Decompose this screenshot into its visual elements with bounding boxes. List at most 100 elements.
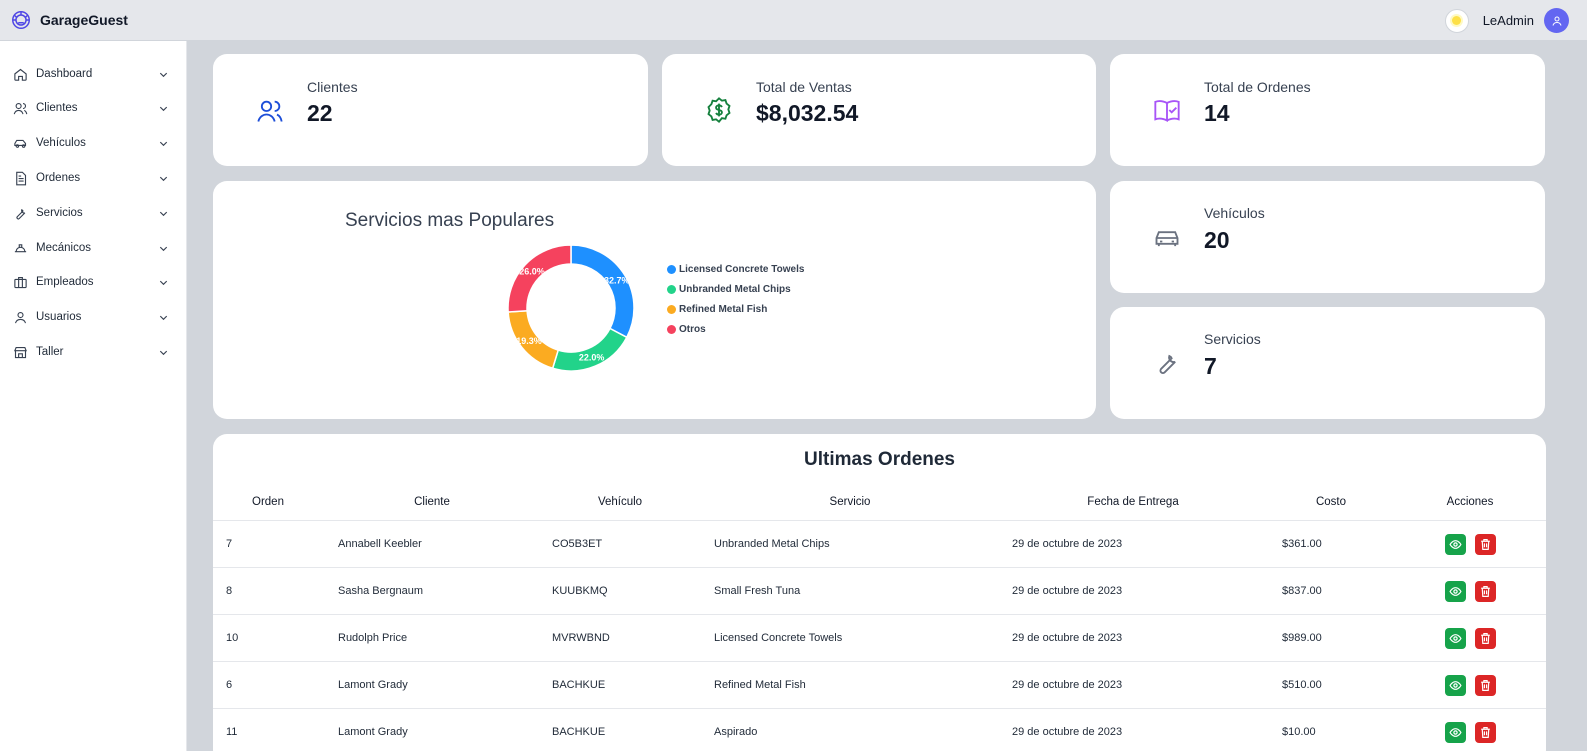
stat-label: Servicios xyxy=(1204,331,1261,347)
sidebar-item-empleados[interactable]: Empleados xyxy=(0,268,187,296)
sidebar-item-dashboard[interactable]: Dashboard xyxy=(0,60,187,88)
stat-value: 22 xyxy=(307,100,333,126)
cell-costo: $989.00 xyxy=(1282,632,1322,644)
sidebar-item-vehiculos[interactable]: Vehículos xyxy=(0,129,187,157)
sidebar-item-ordenes[interactable]: Ordenes xyxy=(0,164,187,192)
legend-label: Licensed Concrete Towels xyxy=(679,264,805,275)
sidebar-item-usuarios[interactable]: Usuarios xyxy=(0,303,187,331)
trash-icon xyxy=(1481,680,1490,691)
table-row[interactable]: 10 Rudolph Price MVRWBND Licensed Concre… xyxy=(213,614,1546,661)
donut-slice[interactable] xyxy=(570,244,635,339)
sidebar-item-mecanicos[interactable]: Mecánicos xyxy=(0,234,187,262)
delete-button[interactable] xyxy=(1475,722,1496,743)
view-button[interactable] xyxy=(1445,581,1466,602)
trash-icon xyxy=(1481,727,1490,738)
cell-costo: $10.00 xyxy=(1282,726,1316,738)
delete-button[interactable] xyxy=(1475,581,1496,602)
gear-logo-icon xyxy=(12,11,30,29)
sidebar-item-label: Mecánicos xyxy=(36,242,91,254)
trash-icon xyxy=(1481,539,1490,550)
cell-servicio: Licensed Concrete Towels xyxy=(714,632,843,644)
stat-card-ventas: Total de Ventas $8,032.54 xyxy=(662,54,1096,166)
cell-fecha: 29 de octubre de 2023 xyxy=(1012,632,1123,644)
users-icon xyxy=(257,100,283,122)
sidebar-item-taller[interactable]: Taller xyxy=(0,338,187,366)
table-row[interactable]: 8 Sasha Bergnaum KUUBKMQ Small Fresh Tun… xyxy=(213,567,1546,614)
cell-vehiculo: BACHKUE xyxy=(552,726,606,738)
cell-servicio: Aspirado xyxy=(714,726,758,738)
cell-vehiculo: CO5B3ET xyxy=(552,538,603,550)
stat-value: 20 xyxy=(1204,227,1230,253)
chevron-down-icon xyxy=(159,106,168,111)
legend-item[interactable]: Refined Metal Fish xyxy=(667,304,767,315)
table-row[interactable]: 7 Annabell Keebler CO5B3ET Unbranded Met… xyxy=(213,520,1546,567)
donut-slice[interactable] xyxy=(507,244,572,313)
legend-item[interactable]: Unbranded Metal Chips xyxy=(667,284,791,295)
legend-item[interactable]: Licensed Concrete Towels xyxy=(667,264,804,275)
book-check-icon xyxy=(1154,100,1180,123)
user-name[interactable]: LeAdmin xyxy=(1483,13,1534,28)
delete-button[interactable] xyxy=(1475,628,1496,649)
chart-card: Servicios mas Populares 32.7% 22.0% 19.3% 2… xyxy=(213,181,1096,419)
table-row[interactable]: 6 Lamont Grady BACHKUE Refined Metal Fis… xyxy=(213,661,1546,708)
legend-item[interactable]: Otros xyxy=(667,324,706,335)
view-button[interactable] xyxy=(1445,722,1466,743)
cell-costo: $510.00 xyxy=(1282,679,1322,691)
stat-value: 14 xyxy=(1204,100,1230,126)
chevron-down-icon xyxy=(159,350,168,355)
donut-slice[interactable] xyxy=(551,327,628,372)
cell-fecha: 29 de octubre de 2023 xyxy=(1012,726,1123,738)
chevron-down-icon xyxy=(159,141,168,146)
stat-label: Total de Ventas xyxy=(756,79,852,95)
theme-toggle-button[interactable] xyxy=(1444,8,1469,33)
brand-name: GarageGuest xyxy=(40,12,128,28)
store-icon xyxy=(14,346,27,358)
legend-swatch xyxy=(667,285,676,294)
legend-label: Refined Metal Fish xyxy=(679,304,768,315)
chevron-down-icon xyxy=(159,315,168,320)
eye-icon xyxy=(1449,634,1462,643)
column-header: Servicio xyxy=(829,496,871,508)
cell-costo: $361.00 xyxy=(1282,538,1322,550)
document-icon xyxy=(16,171,27,185)
wrench-icon xyxy=(16,208,26,219)
cell-vehiculo: KUUBKMQ xyxy=(552,585,608,597)
briefcase-icon xyxy=(14,276,27,288)
view-button[interactable] xyxy=(1445,675,1466,696)
view-button[interactable] xyxy=(1445,534,1466,555)
cell-cliente: Lamont Grady xyxy=(338,726,408,738)
delete-button[interactable] xyxy=(1475,675,1496,696)
stat-card-ordenes: Total de Ordenes 14 xyxy=(1110,54,1545,166)
brand[interactable]: GarageGuest xyxy=(10,9,128,31)
stat-card-clientes: Clientes 22 xyxy=(213,54,648,166)
hard-hat-icon xyxy=(14,243,27,252)
home-icon xyxy=(14,68,27,81)
cell-servicio: Small Fresh Tuna xyxy=(714,585,801,597)
stat-card-servicios: Servicios 7 xyxy=(1110,307,1545,419)
slice-label: 22.0% xyxy=(579,352,605,362)
eye-icon xyxy=(1449,728,1462,737)
table-row[interactable]: 11 Lamont Grady BACHKUE Aspirado 29 de o… xyxy=(213,708,1546,751)
column-header: Acciones xyxy=(1446,496,1494,508)
column-header: Cliente xyxy=(414,496,450,508)
column-header: Vehículo xyxy=(597,496,643,508)
users-icon xyxy=(13,102,28,114)
avatar[interactable] xyxy=(1544,8,1569,33)
view-button[interactable] xyxy=(1445,628,1466,649)
top-bar: GarageGuest LeAdmin xyxy=(0,0,1587,41)
sidebar-item-servicios[interactable]: Servicios xyxy=(0,199,187,227)
chevron-down-icon xyxy=(159,246,168,251)
cell-orden: 7 xyxy=(226,538,233,550)
sidebar-item-clientes[interactable]: Clientes xyxy=(0,94,187,122)
cell-cliente: Annabell Keebler xyxy=(338,538,422,550)
chevron-down-icon xyxy=(159,176,168,181)
stat-value: $8,032.54 xyxy=(756,100,859,126)
sidebar: Dashboard Clientes Vehículos Ordenes Ser… xyxy=(0,41,187,751)
eye-icon xyxy=(1449,587,1462,596)
column-header: Costo xyxy=(1315,496,1347,508)
cell-orden: 10 xyxy=(226,632,239,644)
legend-swatch xyxy=(667,305,676,314)
cell-orden: 11 xyxy=(226,726,238,738)
stat-value: 7 xyxy=(1204,353,1217,379)
delete-button[interactable] xyxy=(1475,534,1496,555)
